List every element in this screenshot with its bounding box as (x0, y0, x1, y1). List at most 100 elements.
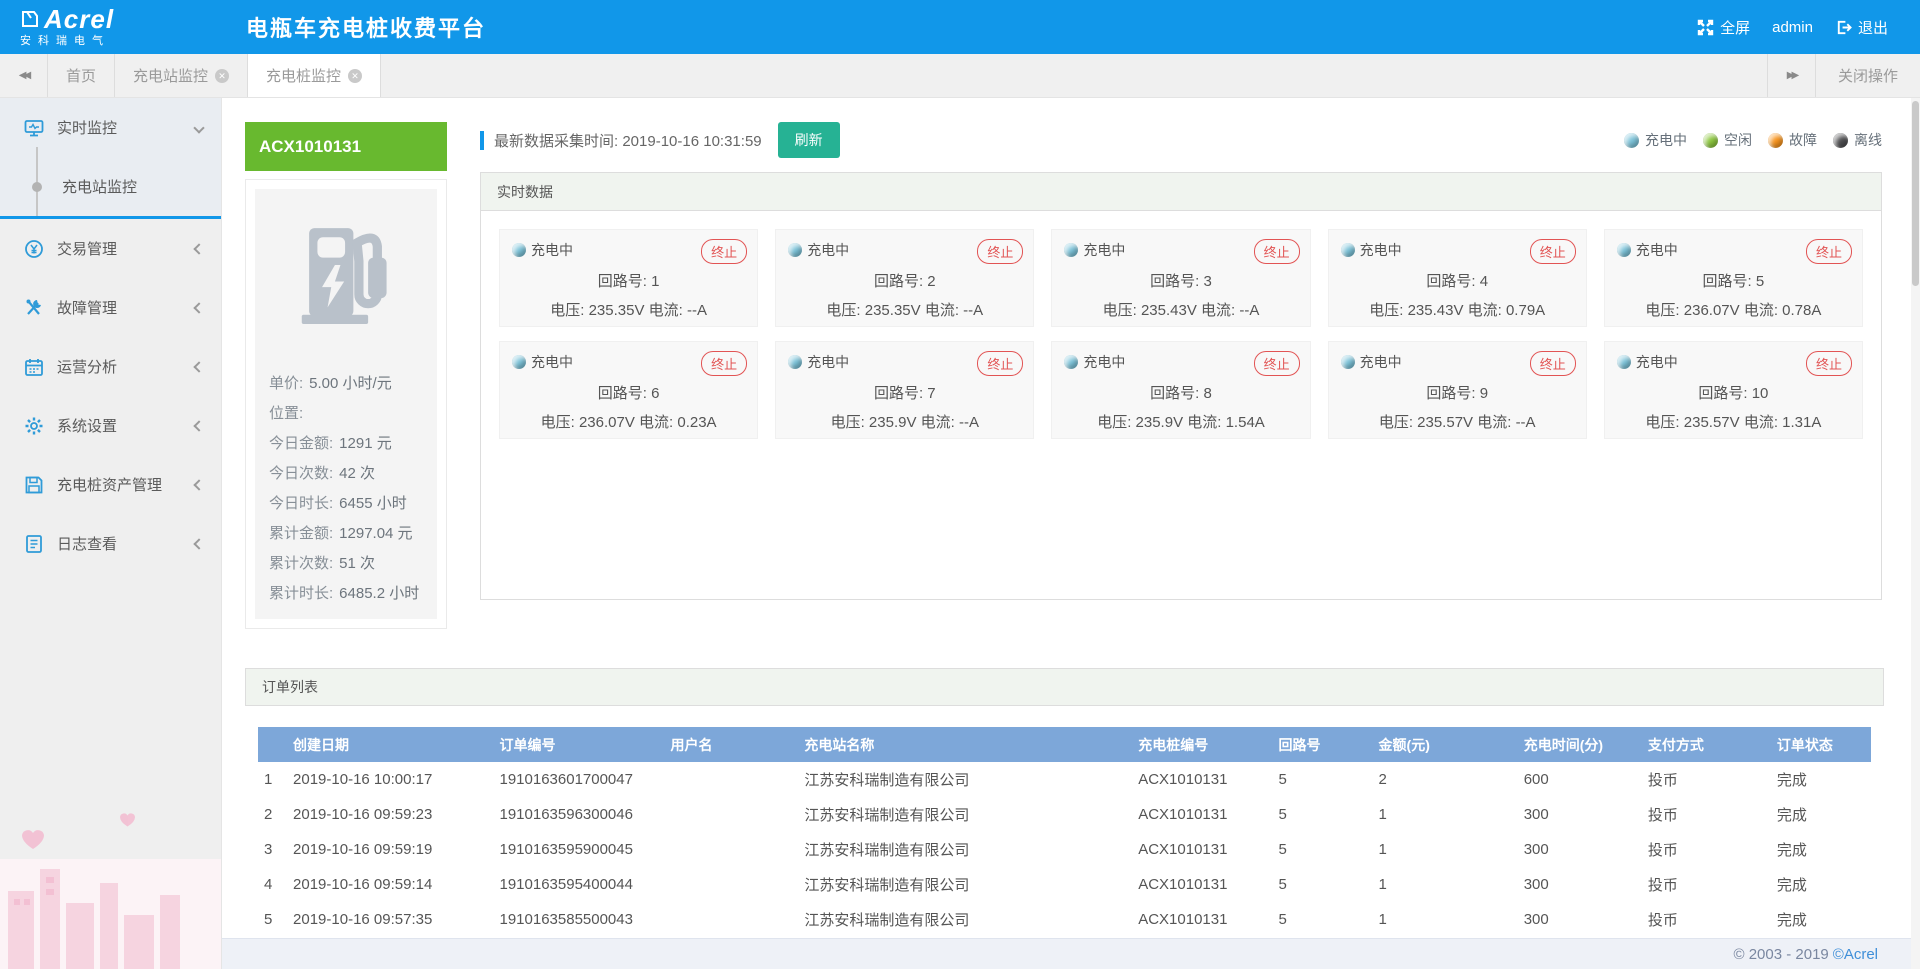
circuit-card: 充电中 终止 回路号: 2 电压: 235.35V 电流: (775, 229, 1034, 327)
current-value: 1.54A (1226, 414, 1265, 431)
tab-home[interactable]: 首页 (48, 54, 115, 97)
stat-label: 累计时长: (269, 579, 333, 609)
voltage-label: 电压: (1379, 414, 1413, 431)
current-value: 0.79A (1506, 302, 1545, 319)
transaction-icon (24, 239, 44, 259)
terminate-button[interactable]: 终止 (1254, 351, 1300, 376)
terminate-button[interactable]: 终止 (1806, 351, 1852, 376)
logout-button[interactable]: 退出 (1829, 17, 1894, 38)
circuit-status-label: 充电中 (531, 240, 573, 260)
fullscreen-button[interactable]: 全屏 (1691, 17, 1756, 38)
footer-brand-link[interactable]: ©Acrel (1833, 946, 1878, 963)
terminate-button[interactable]: 终止 (977, 351, 1023, 376)
col-pile-no: 充电桩编号 (1132, 735, 1272, 755)
voltage-label: 电压: (550, 302, 584, 319)
sidebar-item-label: 系统设置 (57, 415, 195, 436)
col-amount: 金额(元) (1373, 735, 1518, 755)
circuit-number-value: 3 (1203, 273, 1211, 290)
order-row[interactable]: 3 2019-10-16 09:59:19 1910163595900045 江… (258, 832, 1871, 867)
idle-status-dot (1703, 133, 1718, 148)
circuit-number-value: 7 (927, 385, 935, 402)
current-label: 电流: (1744, 302, 1778, 319)
circuit-card: 充电中 终止 回路号: 5 电压: 236.07V 电流: (1604, 229, 1863, 327)
terminate-button[interactable]: 终止 (1254, 239, 1300, 264)
cell-amount: 1 (1373, 876, 1518, 893)
tab-close-icon[interactable]: ✕ (348, 69, 362, 83)
sidebar-item-transactions[interactable]: 交易管理 (0, 219, 221, 278)
monitor-panel: 最新数据采集时间: 2019-10-16 10:31:59 刷新 充电中 空闲 (480, 122, 1882, 600)
terminate-button[interactable]: 终止 (977, 239, 1023, 264)
voltage-value: 235.43V (1141, 302, 1197, 319)
circuit-number-row: 回路号: 9 (1341, 382, 1574, 403)
cell-circuit-no: 5 (1273, 876, 1373, 893)
voltage-label: 电压: (826, 302, 860, 319)
cell-pay-method: 投币 (1642, 804, 1771, 825)
order-row[interactable]: 1 2019-10-16 10:00:17 1910163601700047 江… (258, 762, 1871, 797)
circuit-card: 充电中 终止 回路号: 10 电压: 235.57V 电流: (1604, 341, 1863, 439)
cell-pay-method: 投币 (1642, 909, 1771, 930)
sidebar-item-logs[interactable]: 日志查看 (0, 514, 221, 573)
circuit-number-row: 回路号: 3 (1064, 270, 1297, 291)
cell-order-status: 完成 (1771, 769, 1871, 790)
device-stat-row: 累计时长: 6485.2 小时 (255, 579, 437, 609)
cell-pay-method: 投币 (1642, 769, 1771, 790)
tab-station-monitor[interactable]: 充电站监控 ✕ (115, 54, 248, 97)
circuit-number-value: 2 (927, 273, 935, 290)
legend-fault: 故障 (1768, 130, 1817, 150)
tabs-scroll-right-button[interactable]: ▶▶ (1767, 54, 1815, 97)
circuit-number-value: 1 (651, 273, 659, 290)
order-row[interactable]: 2 2019-10-16 09:59:23 1910163596300046 江… (258, 797, 1871, 832)
sidebar-item-realtime-monitor[interactable]: 实时监控 (0, 98, 221, 157)
tab-close-icon[interactable]: ✕ (215, 69, 229, 83)
terminate-button[interactable]: 终止 (701, 351, 747, 376)
cell-order-status: 完成 (1771, 804, 1871, 825)
terminate-button[interactable]: 终止 (1530, 351, 1576, 376)
charging-status-dot (512, 243, 526, 257)
terminate-button[interactable]: 终止 (1530, 239, 1576, 264)
circuit-measurements-row: 电压: 235.35V 电流: --A (512, 299, 745, 320)
close-operations-button[interactable]: 关闭操作 (1815, 54, 1920, 97)
terminate-button[interactable]: 终止 (701, 239, 747, 264)
chevron-left-icon (193, 302, 204, 313)
device-stat-row: 位置: (255, 399, 437, 429)
refresh-button[interactable]: 刷新 (778, 122, 840, 158)
sidebar-item-label: 交易管理 (57, 238, 195, 259)
cell-index: 3 (258, 841, 287, 858)
order-row[interactable]: 4 2019-10-16 09:59:14 1910163595400044 江… (258, 867, 1871, 902)
sidebar-item-system-settings[interactable]: 系统设置 (0, 396, 221, 455)
tab-pile-monitor[interactable]: 充电桩监控 ✕ (248, 54, 381, 97)
charging-status-dot (1341, 355, 1355, 369)
device-stat-row: 今日次数: 42 次 (255, 459, 437, 489)
charging-status-dot (788, 355, 802, 369)
current-value: --A (963, 302, 983, 319)
circuit-number-label: 回路号: (1150, 385, 1199, 402)
sidebar-item-operation-analysis[interactable]: 运营分析 (0, 337, 221, 396)
user-menu[interactable]: admin (1766, 19, 1819, 36)
sidebar-item-pile-assets[interactable]: 充电桩资产管理 (0, 455, 221, 514)
scrollbar-thumb[interactable] (1912, 101, 1919, 286)
tabs-scroll-left-button[interactable]: ◀◀ (0, 54, 48, 97)
cell-amount: 2 (1373, 771, 1518, 788)
voltage-value: 235.35V (865, 302, 921, 319)
fullscreen-label: 全屏 (1720, 17, 1750, 38)
cell-order-status: 完成 (1771, 909, 1871, 930)
city-skyline-decoration (0, 799, 222, 969)
circuit-measurements-row: 电压: 235.57V 电流: 1.31A (1617, 411, 1850, 432)
terminate-button[interactable]: 终止 (1806, 239, 1852, 264)
current-value: --A (687, 302, 707, 319)
cell-order-no: 1910163596300046 (493, 806, 664, 823)
voltage-label: 电压: (1645, 302, 1679, 319)
current-label: 电流: (1477, 414, 1511, 431)
vertical-scrollbar[interactable] (1911, 98, 1920, 969)
acrel-logo-mark (20, 9, 40, 29)
col-order-status: 订单状态 (1771, 735, 1871, 755)
sidebar-item-station-monitor[interactable]: 充电站监控 (0, 157, 221, 216)
cell-order-no: 1910163601700047 (493, 771, 664, 788)
current-value: 1.31A (1782, 414, 1821, 431)
circuit-measurements-row: 电压: 235.57V 电流: --A (1341, 411, 1574, 432)
order-row[interactable]: 5 2019-10-16 09:57:35 1910163585500043 江… (258, 902, 1871, 937)
legend-idle: 空闲 (1703, 130, 1752, 150)
sidebar-item-label: 充电桩资产管理 (57, 474, 195, 495)
sidebar-item-faults[interactable]: 故障管理 (0, 278, 221, 337)
username: admin (1772, 19, 1813, 36)
